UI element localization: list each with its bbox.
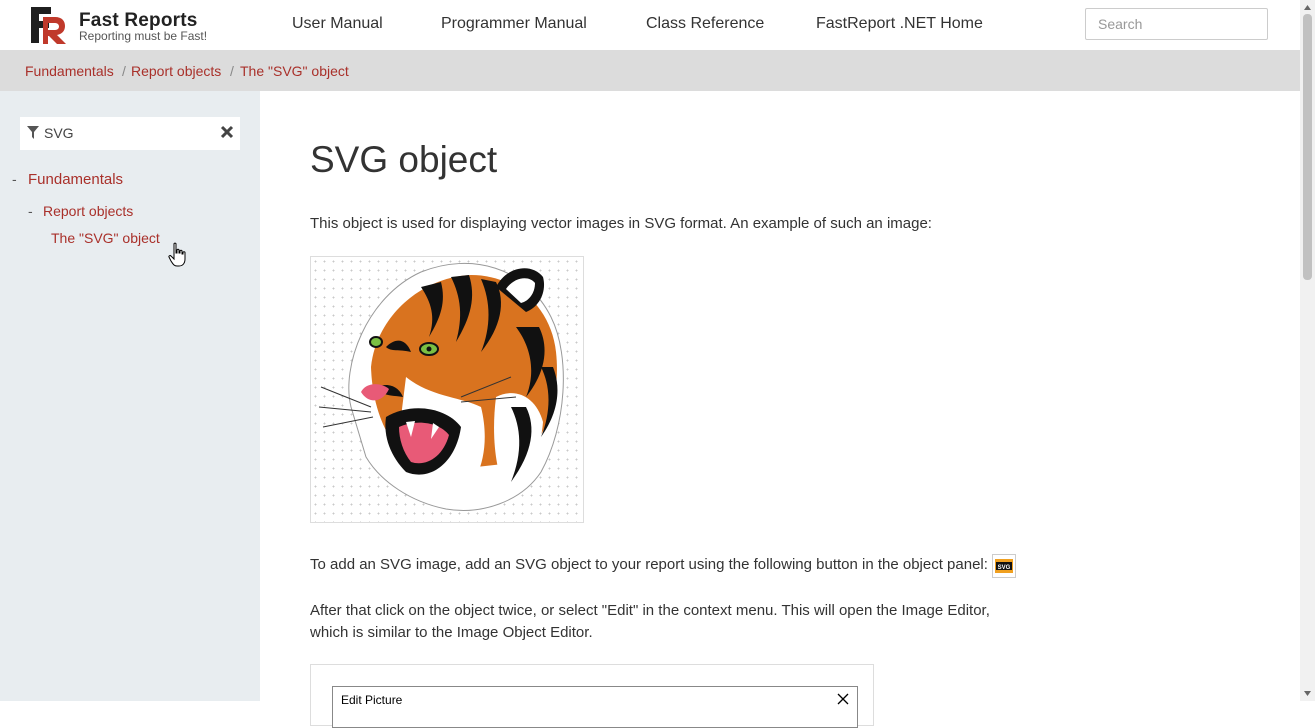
toc-filter (20, 117, 240, 150)
search-input[interactable] (1085, 8, 1268, 40)
intro-text: This object is used for displaying vecto… (310, 215, 932, 232)
after-text-2: which is similar to the Image Object Edi… (310, 624, 593, 641)
toc-item-fundamentals[interactable]: Fundamentals (28, 171, 123, 188)
hand-cursor-icon (168, 242, 186, 267)
toc-item-svg-object[interactable]: The "SVG" object (51, 230, 160, 246)
after-text-1: After that click on the object twice, or… (310, 602, 990, 619)
toc-filter-input[interactable] (44, 117, 204, 150)
tiger-illustration (318, 262, 564, 511)
page-scrollbar[interactable] (1300, 0, 1315, 701)
clear-filter-icon[interactable] (220, 125, 234, 139)
tree-expander[interactable]: - (28, 203, 33, 219)
tiger-image (310, 256, 584, 523)
editor-title: Edit Picture (341, 693, 403, 707)
nav-class-reference[interactable]: Class Reference (646, 15, 764, 33)
image-editor-screenshot: Edit Picture (310, 664, 874, 728)
top-navbar: Fast Reports Reporting must be Fast! Use… (0, 0, 1300, 51)
breadcrumb-svg-object[interactable]: The "SVG" object (240, 63, 349, 79)
toc-item-report-objects[interactable]: Report objects (43, 203, 133, 219)
svg-object-icon: SVG (995, 559, 1013, 573)
logo-link[interactable]: Fast Reports Reporting must be Fast! (29, 5, 209, 45)
add-svg-text: To add an SVG image, add an SVG object t… (310, 556, 988, 573)
scroll-down-arrow-icon[interactable] (1303, 690, 1312, 698)
svg-button-label: SVG (998, 565, 1011, 571)
breadcrumb: Fundamentals / Report objects / The "SVG… (0, 50, 1300, 91)
breadcrumb-separator: / (230, 63, 234, 79)
breadcrumb-separator: / (122, 63, 126, 79)
nav-fastreport-home[interactable]: FastReport .NET Home (816, 15, 983, 33)
logo-subtitle: Reporting must be Fast! (79, 29, 208, 43)
scroll-up-arrow-icon[interactable] (1303, 3, 1312, 11)
nav-user-manual[interactable]: User Manual (292, 15, 383, 33)
main-content: SVG object This object is used for displ… (260, 91, 1300, 728)
tree-expander[interactable]: - (12, 171, 17, 187)
svg-object-button: SVG (992, 554, 1016, 578)
logo-title: Fast Reports (79, 10, 198, 31)
scroll-thumb[interactable] (1303, 14, 1312, 280)
filter-icon (27, 126, 39, 139)
breadcrumb-fundamentals[interactable]: Fundamentals (25, 63, 114, 79)
editor-window: Edit Picture (332, 686, 858, 728)
breadcrumb-report-objects[interactable]: Report objects (131, 63, 221, 79)
sidebar: - Fundamentals - Report objects The "SVG… (0, 91, 260, 701)
close-icon (837, 693, 849, 705)
nav-programmer-manual[interactable]: Programmer Manual (441, 15, 587, 33)
page-title: SVG object (310, 139, 498, 180)
fastreports-logo-icon (31, 7, 66, 44)
